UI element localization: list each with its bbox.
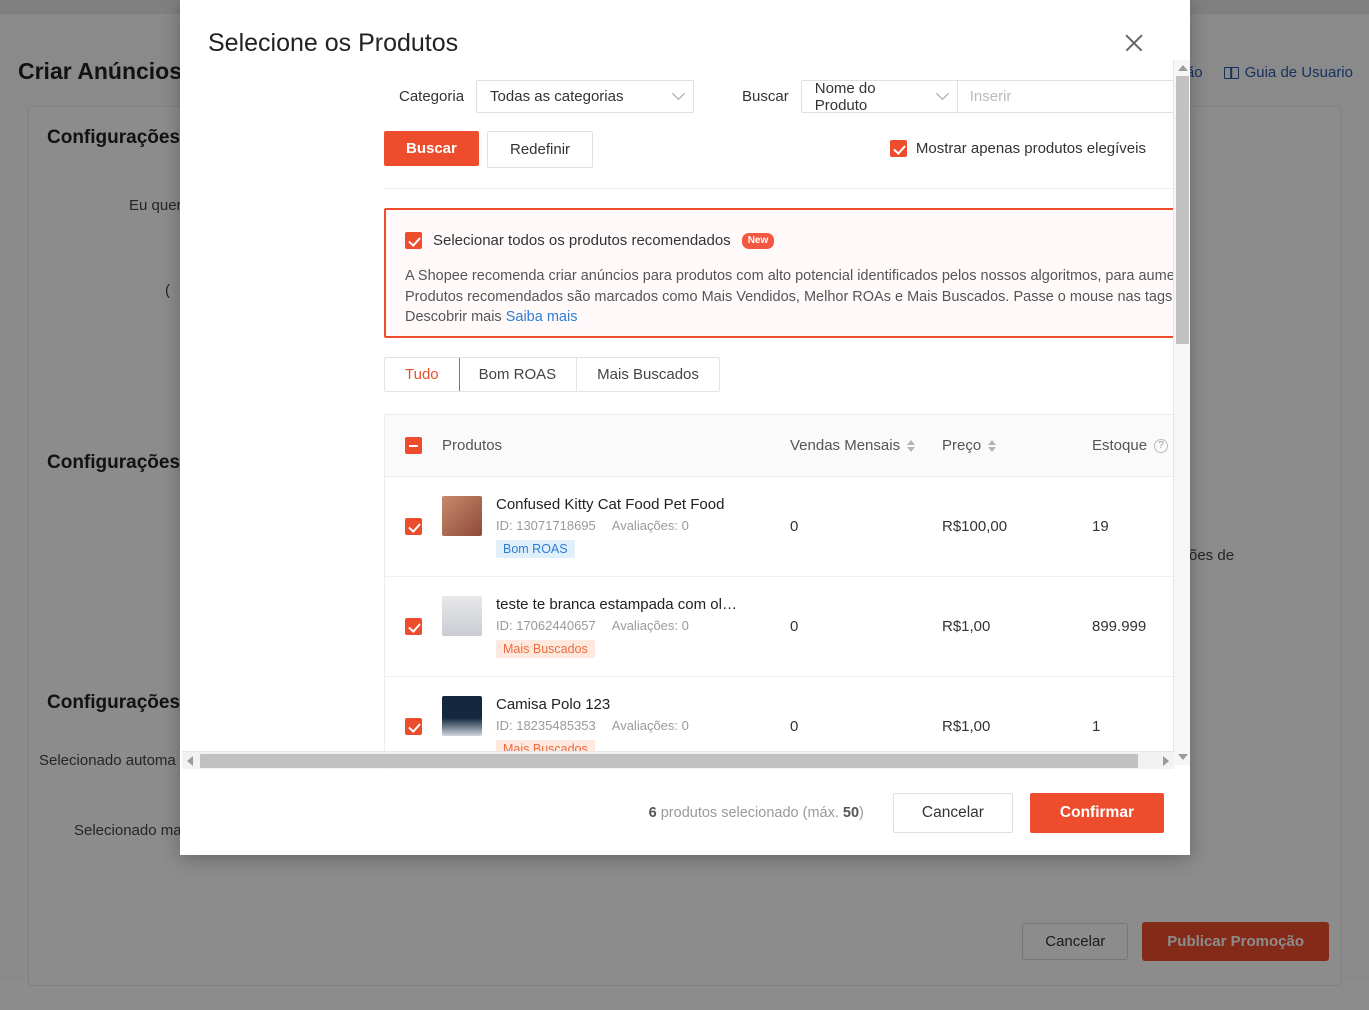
row-checkbox[interactable] xyxy=(405,718,422,735)
product-name: Confused Kitty Cat Food Pet Food xyxy=(496,495,725,513)
sort-icon xyxy=(988,439,997,452)
select-all-checkbox[interactable] xyxy=(405,437,422,454)
learn-more-link[interactable]: Saiba mais xyxy=(506,309,578,325)
categoria-label: Categoria xyxy=(399,88,465,105)
column-label-estoque: Estoque xyxy=(1092,437,1148,454)
products-table: Produtos Vendas Mensais Preço Estoque ? … xyxy=(384,414,1173,775)
product-reviews: Avaliações: 0 xyxy=(611,617,689,633)
product-id: ID: 13071718695 xyxy=(496,517,596,533)
recommendation-description: A Shopee recomenda criar anúncios para p… xyxy=(405,266,1173,328)
modal-horizontal-scrollbar[interactable] xyxy=(182,751,1174,769)
product-thumbnail xyxy=(442,495,482,536)
modal-footer: 6 produtos selecionado (máx. 50) Cancela… xyxy=(180,770,1190,855)
product-thumbnail xyxy=(442,595,482,636)
horizontal-scrollbar-thumb[interactable] xyxy=(200,754,1138,768)
chevron-down-icon xyxy=(935,87,949,101)
column-label-vendas: Vendas Mensais xyxy=(790,437,901,454)
cell-estoque: 1 xyxy=(1092,718,1101,735)
modal-confirm-button[interactable]: Confirmar xyxy=(1029,792,1164,833)
product-name: teste te branca estampada com ol… xyxy=(496,595,737,613)
search-input[interactable] xyxy=(956,80,1173,113)
only-eligible-checkbox-row[interactable]: Mostrar apenas produtos elegíveis xyxy=(889,140,1146,157)
table-row[interactable]: teste te branca estampada com ol… ID: 17… xyxy=(385,577,1173,677)
product-cell: teste te branca estampada com ol… ID: 17… xyxy=(442,595,790,658)
modal-title: Selecione os Produtos xyxy=(208,29,459,57)
row-select-cell xyxy=(385,518,442,535)
recommend-checkbox-row[interactable]: Selecionar todos os produtos recomendado… xyxy=(405,232,775,249)
help-icon[interactable]: ? xyxy=(1154,438,1169,453)
scroll-left-arrow-icon[interactable] xyxy=(187,756,193,766)
product-reviews: Avaliações: 0 xyxy=(611,717,689,733)
reset-button[interactable]: Redefinir xyxy=(487,131,594,168)
scroll-up-arrow-icon[interactable] xyxy=(1178,65,1188,71)
row-select-cell xyxy=(385,618,442,635)
only-eligible-checkbox[interactable] xyxy=(889,140,907,157)
divider xyxy=(384,188,1173,189)
cell-vendas: 0 xyxy=(790,518,799,535)
select-all-cell xyxy=(385,437,442,454)
search-type-value: Nome do Produto xyxy=(814,79,876,114)
cell-vendas: 0 xyxy=(790,618,799,635)
tab-tudo[interactable]: Tudo xyxy=(384,358,460,391)
product-name: Camisa Polo 123 xyxy=(496,695,611,713)
close-icon[interactable] xyxy=(1121,30,1147,56)
row-checkbox[interactable] xyxy=(405,518,422,535)
filter-row: Categoria Todas as categorias Buscar Nom… xyxy=(399,79,1173,114)
product-cell: Camisa Polo 123 ID: 18235485353 Avaliaçõ… xyxy=(442,695,790,758)
column-label-preco: Preço xyxy=(942,437,982,454)
product-filter-tabs: Tudo Bom ROAS Mais Buscados xyxy=(384,357,720,392)
select-products-modal: Selecione os Produtos Categoria Todas as… xyxy=(180,0,1190,855)
search-button[interactable]: Buscar xyxy=(384,131,479,166)
cell-preco: R$100,00 xyxy=(942,518,1008,535)
only-eligible-label: Mostrar apenas produtos elegíveis xyxy=(915,140,1146,157)
row-select-cell xyxy=(385,718,442,735)
cell-vendas: 0 xyxy=(790,718,799,735)
vertical-scrollbar-thumb[interactable] xyxy=(1176,76,1189,344)
modal-scroll-body: Selecione os Produtos Categoria Todas as… xyxy=(180,0,1173,775)
recommendation-banner: Selecionar todos os produtos recomendado… xyxy=(384,208,1173,338)
selection-max: 50 xyxy=(842,804,860,821)
column-header-produtos: Produtos xyxy=(442,437,790,454)
cell-preco: R$1,00 xyxy=(942,618,991,635)
product-thumbnail xyxy=(442,695,482,736)
table-header-row: Produtos Vendas Mensais Preço Estoque ? … xyxy=(385,415,1173,477)
cell-estoque: 19 xyxy=(1092,518,1109,535)
scroll-right-arrow-icon[interactable] xyxy=(1163,756,1169,766)
tab-bom-roas[interactable]: Bom ROAS xyxy=(459,358,578,391)
product-id: ID: 18235485353 xyxy=(496,717,596,733)
product-id: ID: 17062440657 xyxy=(496,617,596,633)
buscar-label: Buscar xyxy=(742,88,789,105)
column-header-estoque[interactable]: Estoque ? xyxy=(1092,437,1173,454)
column-header-vendas[interactable]: Vendas Mensais xyxy=(790,437,942,454)
sort-icon xyxy=(907,439,916,452)
new-badge: New xyxy=(741,232,775,249)
row-checkbox[interactable] xyxy=(405,618,422,635)
cell-estoque: 899.999 xyxy=(1092,618,1147,635)
modal-vertical-scrollbar[interactable] xyxy=(1173,60,1190,765)
selection-count-text: produtos selecionado (máx. xyxy=(656,804,843,821)
categoria-select[interactable]: Todas as categorias xyxy=(476,80,695,113)
selection-count-suffix: ) xyxy=(859,804,864,821)
search-type-select[interactable]: Nome do Produto xyxy=(800,79,957,114)
selection-count-number: 6 xyxy=(648,804,657,821)
product-tag[interactable]: Mais Buscados xyxy=(496,639,595,658)
select-all-recommended-checkbox[interactable] xyxy=(405,232,422,249)
selection-count: 6 produtos selecionado (máx. 50) xyxy=(649,805,864,821)
cell-preco: R$1,00 xyxy=(942,718,991,735)
chevron-down-icon xyxy=(672,87,685,101)
scroll-down-arrow-icon[interactable] xyxy=(1178,754,1188,760)
select-all-recommended-label: Selecionar todos os produtos recomendado… xyxy=(433,232,731,249)
modal-cancel-button[interactable]: Cancelar xyxy=(892,792,1013,833)
product-reviews: Avaliações: 0 xyxy=(611,517,689,533)
product-cell: Confused Kitty Cat Food Pet Food ID: 130… xyxy=(442,495,790,558)
table-row[interactable]: Confused Kitty Cat Food Pet Food ID: 130… xyxy=(385,477,1173,577)
product-tag[interactable]: Bom ROAS xyxy=(496,539,575,558)
column-label-produtos: Produtos xyxy=(442,437,503,454)
tab-mais-buscados[interactable]: Mais Buscados xyxy=(577,358,719,391)
column-header-preco[interactable]: Preço xyxy=(942,437,1092,454)
categoria-select-value: Todas as categorias xyxy=(490,88,624,105)
